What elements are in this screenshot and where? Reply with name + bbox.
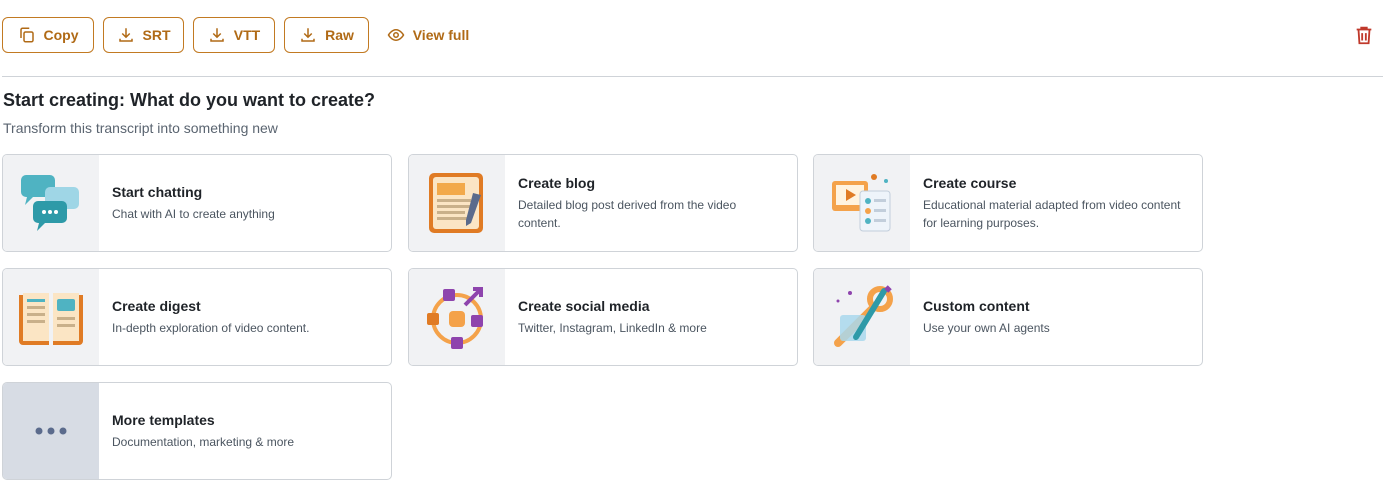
view-full-label: View full [412, 27, 470, 43]
blog-notepad-icon [429, 173, 483, 233]
divider [2, 76, 1383, 77]
download-icon [301, 28, 315, 42]
card-create-social-media[interactable]: Create social media Twitter, Instagram, … [408, 268, 798, 366]
chat-bubbles-icon [21, 175, 79, 231]
card-desc: Chat with AI to create anything [112, 206, 275, 221]
card-title: More templates [112, 411, 215, 428]
copy-icon [19, 27, 34, 43]
card-thumb [409, 269, 505, 365]
card-body: Create digest In-depth exploration of vi… [99, 269, 329, 365]
card-desc: Educational material adapted from video … [923, 197, 1181, 230]
card-body: Start chatting Chat with AI to create an… [99, 155, 295, 251]
card-body: Create blog Detailed blog post derived f… [505, 155, 797, 251]
download-icon [118, 28, 133, 42]
card-desc: Detailed blog post derived from the vide… [518, 197, 737, 230]
download-icon [210, 28, 224, 42]
card-create-digest[interactable]: Create digest In-depth exploration of vi… [2, 268, 392, 366]
card-desc: In-depth exploration of video content. [112, 320, 310, 335]
copy-button[interactable]: Copy [2, 17, 94, 53]
card-title: Create blog [518, 174, 596, 191]
card-create-blog[interactable]: Create blog Detailed blog post derived f… [408, 154, 798, 252]
toolbar: Copy SRT VTT Raw View full [2, 17, 487, 53]
raw-label: Raw [325, 27, 354, 43]
card-thumb [3, 155, 99, 251]
card-create-course[interactable]: Create course Educational material adapt… [813, 154, 1203, 252]
srt-label: SRT [142, 27, 171, 43]
card-thumb [3, 269, 99, 365]
card-custom-content[interactable]: Custom content Use your own AI agents [813, 268, 1203, 366]
srt-download-button[interactable]: SRT [103, 17, 184, 53]
card-title: Create course [923, 174, 1017, 191]
raw-download-button[interactable]: Raw [284, 17, 369, 53]
card-desc: Documentation, marketing & more [112, 434, 295, 449]
social-network-icon [427, 287, 483, 349]
vtt-download-button[interactable]: VTT [193, 17, 275, 53]
card-desc: Use your own AI agents [923, 320, 1050, 335]
card-body: More templates Documentation, marketing … [99, 383, 314, 479]
view-full-button[interactable]: View full [378, 17, 478, 53]
card-body: Create course Educational material adapt… [910, 155, 1202, 251]
section-subtitle: Transform this transcript into something… [3, 120, 278, 136]
section-title: Start creating: What do you want to crea… [3, 90, 376, 110]
open-book-icon [19, 293, 83, 345]
card-start-chatting[interactable]: Start chatting Chat with AI to create an… [2, 154, 392, 252]
card-thumb [3, 383, 99, 479]
card-desc: Twitter, Instagram, LinkedIn & more [518, 320, 707, 335]
card-title: Create social media [518, 297, 650, 314]
copy-label: Copy [43, 27, 79, 43]
vtt-label: VTT [233, 27, 261, 43]
tools-icon [834, 285, 893, 347]
card-title: Custom content [923, 297, 1030, 314]
card-title: Create digest [112, 297, 201, 314]
card-body: Create social media Twitter, Instagram, … [505, 269, 727, 365]
card-thumb [409, 155, 505, 251]
eye-icon [387, 28, 405, 42]
card-thumb [814, 269, 910, 365]
course-board-icon [832, 174, 891, 232]
card-thumb [814, 155, 910, 251]
card-title: Start chatting [112, 183, 203, 200]
trash-icon[interactable] [1353, 24, 1375, 46]
card-body: Custom content Use your own AI agents [910, 269, 1070, 365]
more-dots-icon [35, 427, 67, 435]
card-more-templates[interactable]: More templates Documentation, marketing … [2, 382, 392, 480]
